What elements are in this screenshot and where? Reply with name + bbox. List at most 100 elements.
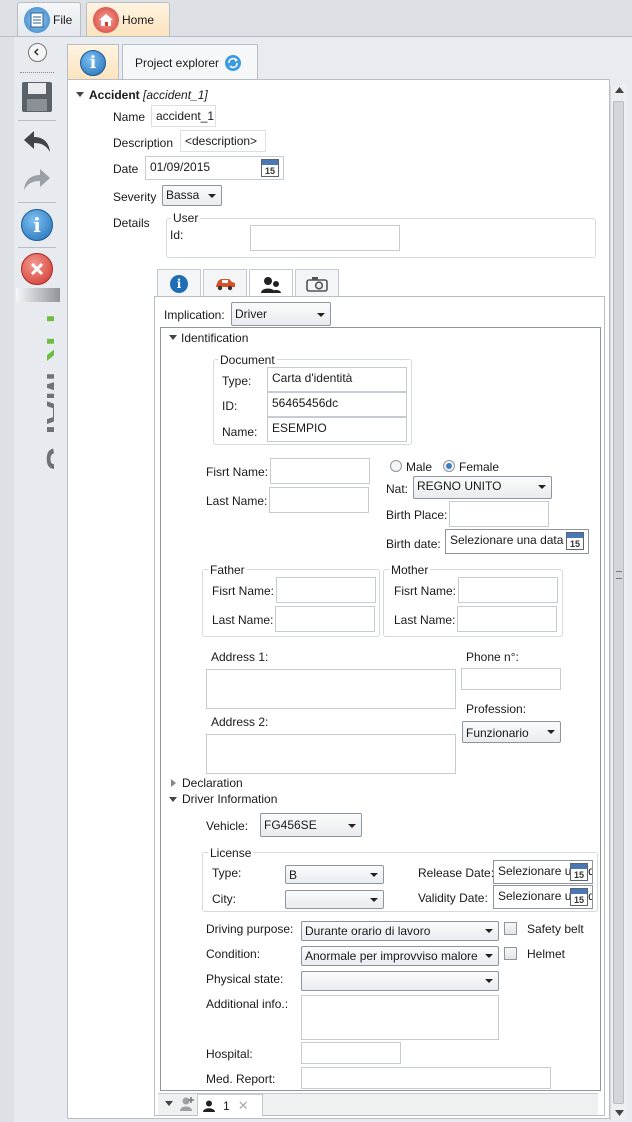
calendar-icon[interactable]: 15 bbox=[570, 863, 588, 881]
birth-date-label: Birth date: bbox=[386, 537, 441, 551]
vertical-scrollbar[interactable] bbox=[610, 85, 627, 1120]
accident-id: [accident_1] bbox=[143, 88, 208, 102]
tab-info[interactable]: i bbox=[67, 44, 119, 80]
collapse-accident-icon[interactable] bbox=[76, 92, 84, 97]
last-name-field[interactable] bbox=[269, 487, 369, 513]
tab-project-explorer[interactable]: Project explorer bbox=[122, 44, 258, 80]
address1-label: Address 1: bbox=[211, 650, 269, 664]
mother-first-name-field[interactable] bbox=[458, 577, 558, 603]
tab-person-info[interactable]: i bbox=[157, 269, 201, 297]
address2-field[interactable] bbox=[206, 734, 456, 774]
female-radio[interactable] bbox=[443, 460, 455, 472]
undo-button[interactable] bbox=[18, 126, 56, 156]
profession-value: Funzionario bbox=[466, 726, 529, 740]
additional-info-field[interactable] bbox=[301, 995, 499, 1040]
expand-declaration-icon[interactable] bbox=[171, 779, 176, 787]
user-id-field[interactable] bbox=[250, 225, 400, 251]
birth-place-field[interactable] bbox=[449, 501, 549, 527]
father-first-name-field[interactable] bbox=[276, 577, 376, 603]
release-date-label: Release Date: bbox=[418, 866, 495, 880]
calendar-icon[interactable]: 15 bbox=[570, 888, 588, 906]
close-tab-icon[interactable]: ✕ bbox=[238, 1098, 249, 1114]
date-field[interactable]: 01/09/2015 15 bbox=[145, 156, 284, 180]
document-group-title: Document bbox=[218, 353, 277, 367]
save-button[interactable] bbox=[18, 80, 56, 114]
vehicle-select[interactable]: FG456SE bbox=[260, 813, 362, 837]
release-date-field[interactable]: Selezionare una data 15 bbox=[493, 860, 593, 884]
validity-date-field[interactable]: Selezionare una data 15 bbox=[493, 885, 593, 909]
left-edge-strip bbox=[0, 37, 14, 1122]
first-name-field[interactable] bbox=[270, 458, 370, 484]
pkmaps-logo: PK MAPS bbox=[14, 310, 77, 520]
severity-label: Severity bbox=[113, 190, 157, 204]
profession-label: Profession: bbox=[466, 702, 527, 716]
save-icon bbox=[22, 82, 52, 112]
address1-field[interactable] bbox=[206, 669, 456, 709]
hospital-field[interactable] bbox=[301, 1042, 401, 1064]
father-last-name-field[interactable] bbox=[275, 606, 375, 632]
svg-text:MAPS: MAPS bbox=[39, 372, 54, 470]
safety-belt-checkbox[interactable] bbox=[504, 922, 517, 935]
hospital-label: Hospital: bbox=[206, 1047, 253, 1061]
condition-label: Condition: bbox=[206, 947, 261, 961]
details-label: Details bbox=[113, 216, 150, 230]
mother-last-name-field[interactable] bbox=[457, 606, 557, 632]
physical-state-select[interactable] bbox=[301, 971, 499, 991]
add-person-button[interactable] bbox=[178, 1095, 196, 1113]
address2-label: Address 2: bbox=[211, 715, 269, 729]
severity-select[interactable]: Bassa bbox=[162, 185, 222, 206]
helmet-checkbox[interactable] bbox=[504, 947, 517, 960]
birth-date-field[interactable]: Selezionare una data 15 bbox=[445, 529, 589, 554]
doc-name-field[interactable]: ESEMPIO bbox=[267, 417, 407, 442]
phone-field[interactable] bbox=[461, 668, 561, 690]
chevron-down-icon bbox=[485, 954, 493, 958]
description-field[interactable]: <description> bbox=[180, 130, 266, 152]
user-id-label: Id: bbox=[170, 228, 184, 242]
identification-header: Identification bbox=[181, 331, 249, 345]
home-tab[interactable]: Home bbox=[86, 2, 170, 36]
last-name-label: Last Name: bbox=[206, 494, 268, 508]
profession-select[interactable]: Funzionario bbox=[462, 721, 561, 743]
calendar-icon[interactable]: 15 bbox=[261, 159, 279, 177]
scroll-down-icon[interactable] bbox=[615, 1110, 624, 1116]
tab-people[interactable] bbox=[249, 269, 293, 299]
med-report-field[interactable] bbox=[301, 1067, 551, 1089]
calendar-icon[interactable]: 15 bbox=[566, 532, 584, 550]
tab-vehicle[interactable] bbox=[203, 269, 247, 297]
male-label: Male bbox=[406, 460, 433, 474]
info-icon: i bbox=[21, 209, 53, 241]
collapse-identification-icon[interactable] bbox=[169, 335, 177, 340]
file-tab[interactable]: File bbox=[17, 2, 81, 36]
chevron-down-icon bbox=[485, 979, 493, 983]
phone-label: Phone n°: bbox=[466, 650, 519, 664]
doc-id-field[interactable]: 56465456dc bbox=[267, 392, 407, 417]
nationality-select[interactable]: REGNO UNITO bbox=[413, 476, 552, 499]
city-select[interactable] bbox=[285, 890, 384, 909]
collapse-driver-info-icon[interactable] bbox=[169, 797, 177, 802]
info-button[interactable]: i bbox=[18, 208, 56, 242]
add-person-icon bbox=[180, 1097, 194, 1111]
condition-select[interactable]: Anormale per improvviso malore bbox=[301, 946, 499, 966]
male-radio[interactable] bbox=[390, 460, 402, 472]
driving-purpose-select[interactable]: Durante orario di lavoro bbox=[301, 921, 499, 941]
name-field[interactable]: accident_1 bbox=[151, 105, 216, 127]
driver-info-header: Driver Information bbox=[182, 792, 278, 806]
license-type-select[interactable]: B bbox=[285, 865, 384, 884]
father-last-name-label: Last Name: bbox=[212, 613, 274, 627]
implication-select[interactable]: Driver bbox=[231, 302, 331, 326]
tab-photos[interactable] bbox=[295, 269, 339, 297]
collapse-button[interactable] bbox=[18, 42, 56, 62]
car-icon bbox=[216, 278, 235, 290]
close-button[interactable] bbox=[18, 252, 56, 286]
redo-button[interactable] bbox=[18, 164, 56, 194]
scroll-up-icon[interactable] bbox=[615, 87, 624, 93]
person-tab-1[interactable]: 1 ✕ bbox=[197, 1094, 263, 1116]
tab-dropdown-icon[interactable] bbox=[165, 1101, 173, 1106]
undo-icon bbox=[24, 131, 50, 152]
city-label: City: bbox=[212, 892, 236, 906]
doc-type-field[interactable]: Carta d'identità bbox=[267, 367, 407, 392]
doc-id-label: ID: bbox=[222, 399, 238, 413]
toolbar-footer-bar bbox=[16, 288, 60, 302]
scrollbar-thumb[interactable] bbox=[613, 101, 624, 1104]
chevron-left-icon bbox=[27, 42, 47, 62]
